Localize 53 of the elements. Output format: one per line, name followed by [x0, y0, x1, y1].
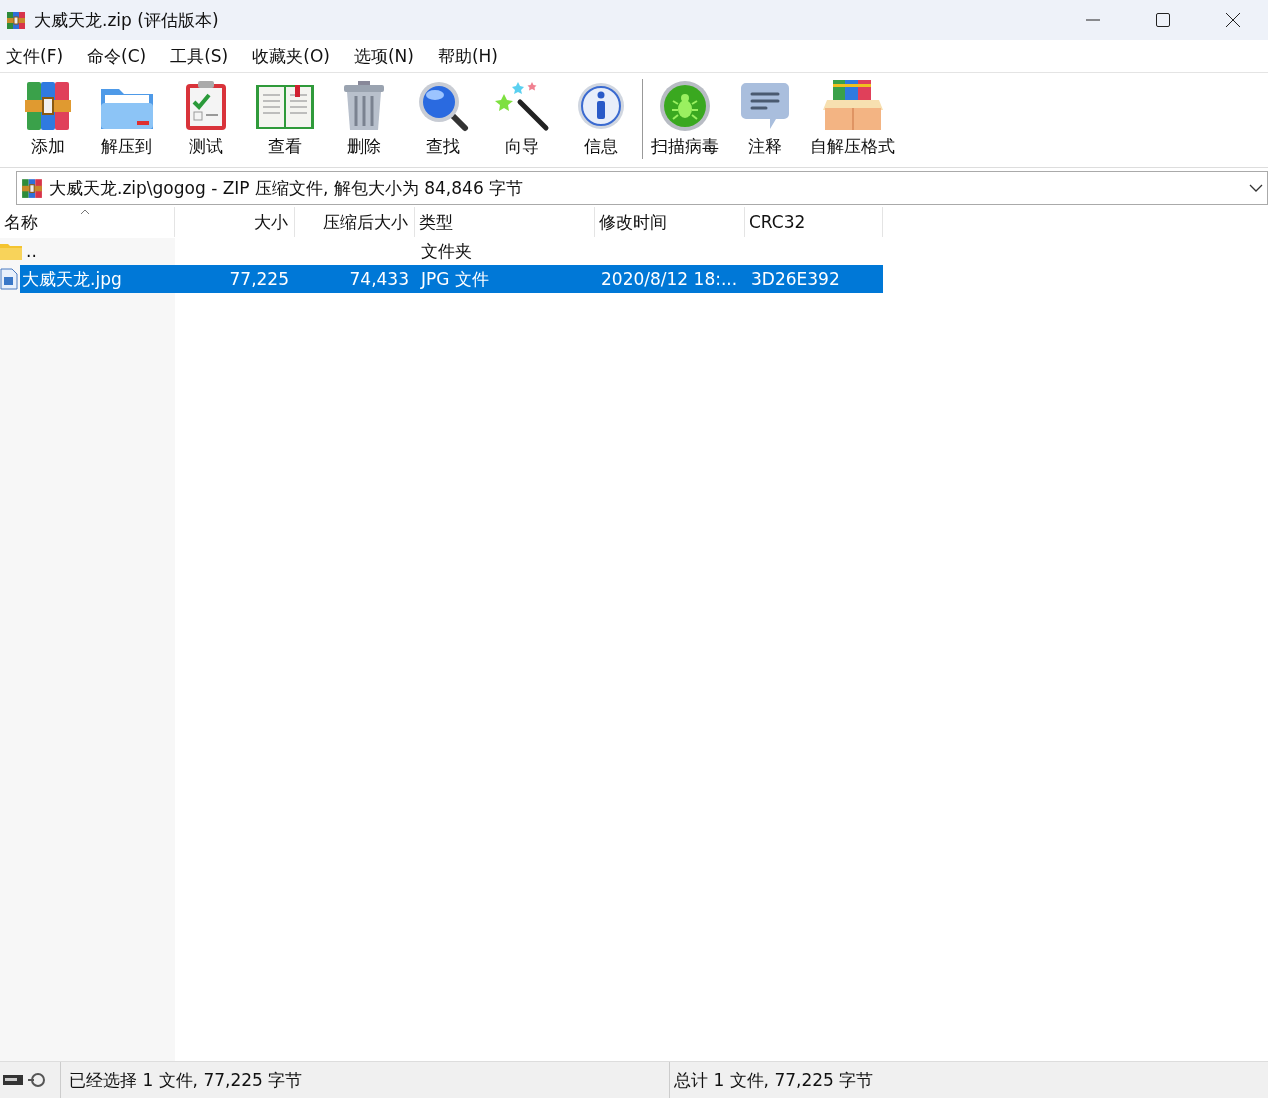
speech-bubble-icon	[739, 81, 790, 131]
file-name[interactable]: 大威天龙.jpg	[20, 265, 175, 293]
column-header[interactable]: CRC32	[745, 207, 883, 237]
trash-can-icon	[341, 80, 386, 132]
magic-wand-icon	[493, 80, 550, 132]
menu-item[interactable]: 文件(F)	[0, 44, 76, 68]
toolbar-button[interactable]: 注释	[725, 77, 804, 160]
folder-icon	[0, 242, 22, 260]
magnifier-icon	[416, 80, 469, 132]
toolbar-button[interactable]: 信息	[561, 77, 640, 160]
table-cell-text: 文件夹	[420, 239, 473, 263]
toolbar-button[interactable]: 自解压格式	[804, 77, 901, 160]
file-name[interactable]: ..	[24, 237, 175, 265]
table-cell: 74,433	[295, 265, 415, 293]
archive-books-icon	[23, 80, 72, 132]
column-header[interactable]: 修改时间	[595, 207, 745, 237]
menu-item[interactable]: 选项(N)	[347, 44, 426, 68]
address-field[interactable]: 大威天龙.zip\gogog - ZIP 压缩文件, 解包大小为 84,846 字节	[16, 171, 1268, 205]
menu-item[interactable]: 工具(S)	[164, 44, 241, 68]
toolbar-button[interactable]: 添加	[8, 77, 87, 160]
toolbar-button[interactable]: 查找	[403, 77, 482, 160]
toolbar-button[interactable]: 测试	[166, 77, 245, 160]
toolbar-button[interactable]: 删除	[324, 77, 403, 160]
status-text: 总计 1 文件, 77,225 字节	[669, 1062, 1268, 1098]
table-cell: JPG 文件	[415, 265, 595, 293]
minimize-icon	[1085, 19, 1101, 21]
column-header[interactable]: 大小	[175, 207, 295, 237]
image-file-icon	[0, 268, 18, 290]
toolbar-button[interactable]: 查看	[245, 77, 324, 160]
toolbar-button[interactable]: 扫描病毒	[645, 77, 725, 160]
archive-books-icon	[21, 177, 43, 199]
table-cell: 3D26E392	[745, 265, 883, 293]
box-books-icon	[820, 80, 885, 132]
menu-item[interactable]: 帮助(H)	[431, 44, 510, 68]
info-icon	[575, 81, 626, 131]
maximize-icon	[1155, 12, 1171, 28]
column-header[interactable]: 类型	[415, 207, 595, 237]
table-cell: 77,225	[175, 265, 295, 293]
column-header[interactable]: 压缩后大小	[295, 207, 415, 237]
clipboard-check-icon	[183, 80, 228, 132]
chevron-down-icon	[1249, 184, 1263, 192]
window-title: 大威天龙.zip (评估版本)	[34, 8, 220, 32]
sort-up-icon	[80, 209, 90, 215]
column-header[interactable]: 名称	[0, 207, 175, 237]
bug-icon	[658, 80, 712, 132]
menu-item[interactable]: 收藏夹(O)	[246, 44, 342, 68]
toolbar-button[interactable]: 向导	[482, 77, 561, 160]
menu-item[interactable]: 命令(C)	[81, 44, 159, 68]
archive-books-icon	[6, 10, 26, 30]
toolbar-button[interactable]: 解压到	[87, 77, 166, 160]
table-cell: 2020/8/12 18:...	[595, 265, 745, 293]
close-icon	[1225, 12, 1241, 28]
status-text: 已经选择 1 文件, 77,225 字节	[60, 1062, 669, 1098]
